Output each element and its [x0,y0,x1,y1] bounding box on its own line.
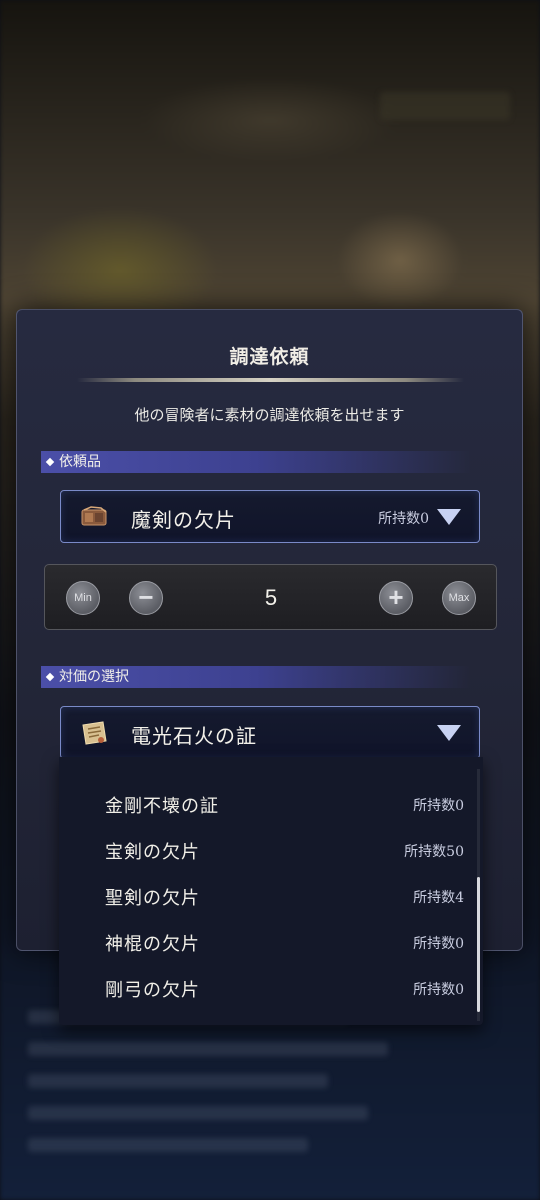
max-button[interactable]: Max [442,581,476,615]
list-item-name: 宝剣の欠片 [105,842,200,863]
quantity-stepper: Min − 5 + Max [44,564,497,630]
list-item-name: 金剛不壊の証 [105,796,219,817]
certificate-scroll-icon [79,719,109,747]
scrollbar-thumb[interactable] [477,877,480,1012]
reward-dropdown-list[interactable]: 金剛不壊の証 所持数0 宝剣の欠片 所持数50 聖剣の欠片 所持数4 神棍の欠片… [59,757,483,1025]
background-text-blurred [28,1010,428,1170]
dialog-title: 調達依頼 [229,346,310,368]
quantity-value: 5 [264,585,278,610]
section-label: 対価の選択 [59,669,129,685]
diamond-bullet-icon [45,457,55,467]
increment-button[interactable]: + [379,581,413,615]
request-item-owned-count: 所持数0 [378,511,429,527]
reward-select[interactable]: 電光石火の証 [60,706,480,759]
list-item-owned-count: 所持数0 [413,936,464,952]
list-item-owned-count: 所持数0 [413,798,464,814]
list-item[interactable]: 聖剣の欠片 所持数4 [59,872,469,918]
request-item-select[interactable]: 魔剣の欠片 所持数0 [60,490,480,543]
reward-name: 電光石火の証 [131,724,257,748]
decrement-button[interactable]: − [129,581,163,615]
list-item-name: 神棍の欠片 [105,934,200,955]
title-divider [77,378,464,382]
diamond-bullet-icon [45,672,55,682]
list-item[interactable]: 金剛不壊の証 所持数0 [59,780,469,826]
list-item-name: 剛弓の欠片 [105,980,200,1001]
list-item[interactable]: 剛弓の欠片 所持数0 [59,964,469,1010]
list-item-name: 聖剣の欠片 [105,888,200,909]
background-subtitle-blurred [0,186,540,206]
background-title-blurred [0,130,540,174]
request-item-name: 魔剣の欠片 [131,508,236,532]
section-header-reward: 対価の選択 [41,666,471,688]
list-item[interactable]: 神棍の欠片 所持数0 [59,918,469,964]
list-item-owned-count: 所持数50 [404,844,464,860]
dialog-description: 他の冒険者に素材の調達依頼を出せます [134,406,405,424]
chevron-down-icon[interactable] [437,509,461,525]
sword-fragment-icon [79,503,109,531]
list-item-owned-count: 所持数0 [413,982,464,998]
chevron-down-icon[interactable] [437,725,461,741]
minus-icon: − [138,582,154,612]
list-item[interactable]: 宝剣の欠片 所持数50 [59,826,469,872]
list-item-owned-count: 所持数4 [413,890,464,906]
section-header-request-item: 依頼品 [41,451,471,473]
min-button[interactable]: Min [66,581,100,615]
section-label: 依頼品 [59,454,101,470]
plus-icon: + [388,582,404,612]
background-currency-bar [380,92,510,120]
